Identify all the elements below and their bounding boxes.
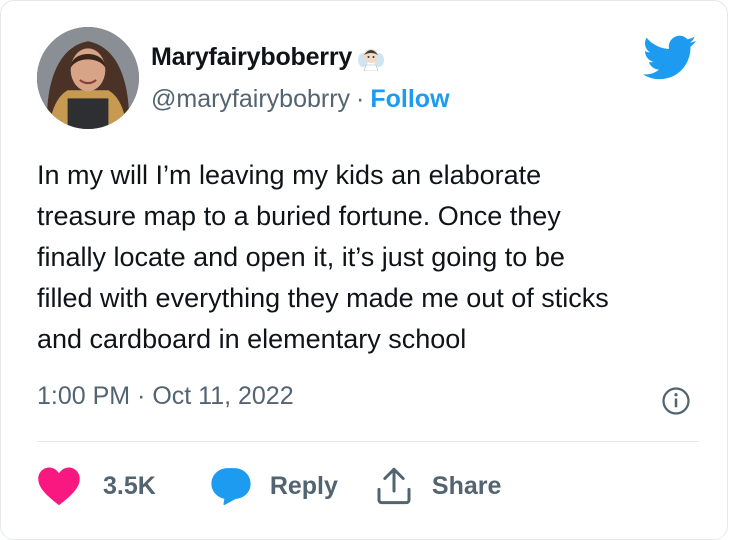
share-button[interactable]: Share: [374, 466, 501, 506]
handle-separator: ·: [356, 85, 365, 113]
divider: [37, 441, 699, 442]
author-handle[interactable]: @maryfairybobrry: [151, 85, 350, 114]
like-count: 3.5K: [103, 471, 156, 500]
tweet-text: In my will I’m leaving my kids an elabor…: [37, 160, 609, 354]
avatar[interactable]: [37, 27, 139, 129]
tweet-card: Maryfairyboberry @maryfairybobrry · Foll…: [0, 0, 728, 540]
reply-button[interactable]: Reply: [210, 466, 338, 506]
info-icon[interactable]: [661, 386, 691, 416]
share-label: Share: [431, 471, 502, 500]
heart-icon: [38, 467, 80, 506]
author-display-name[interactable]: Maryfairyboberry: [151, 43, 352, 72]
follow-button[interactable]: Follow: [370, 85, 449, 114]
avatar-photo: [37, 27, 139, 129]
share-icon: [377, 467, 411, 505]
like-button[interactable]: 3.5K: [37, 466, 156, 506]
twitter-bird-icon[interactable]: [643, 35, 697, 81]
reply-bubble-icon: [211, 468, 251, 506]
tweet-timestamp[interactable]: 1:00 PM · Oct 11, 2022: [37, 382, 294, 411]
reply-label: Reply: [269, 471, 338, 500]
author-handle-row: @maryfairybobrry · Follow: [151, 85, 450, 114]
fairy-emoji-icon: [358, 48, 385, 71]
author-name-row: Maryfairyboberry: [151, 43, 385, 72]
action-bar: 3.5K Reply Share: [37, 462, 501, 510]
